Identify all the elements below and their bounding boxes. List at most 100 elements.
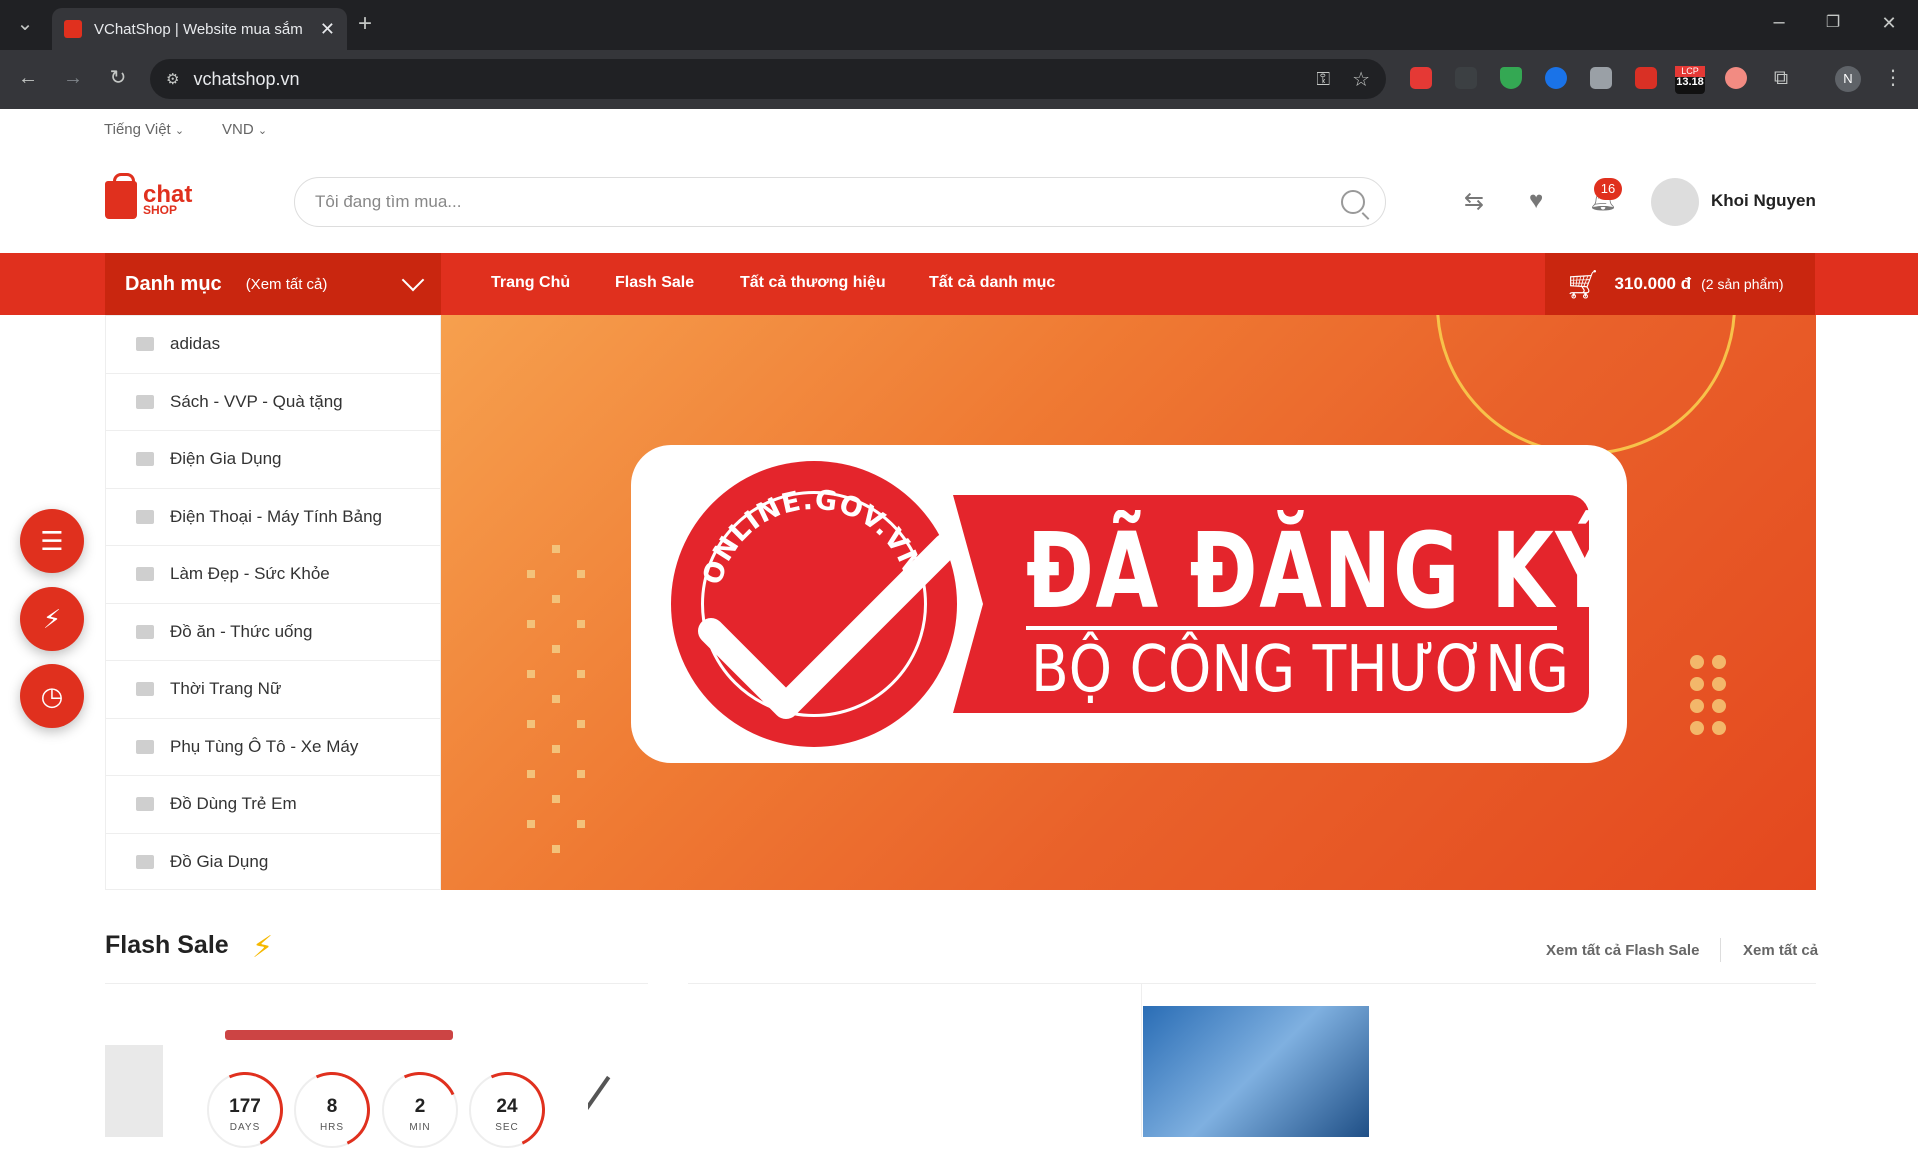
appliance-icon <box>136 452 154 467</box>
category-item[interactable]: Đồ Gia Dụng <box>106 834 440 892</box>
decorative-dot <box>577 770 585 778</box>
adidas-icon <box>136 337 154 352</box>
product-image-microscope[interactable] <box>1143 1006 1369 1137</box>
svg-text:ONLINE.GOV.VN: ONLINE.GOV.VN <box>697 484 928 588</box>
reload-icon[interactable]: ↻ <box>106 68 130 88</box>
section-divider <box>688 983 1816 984</box>
url-text: vchatshop.vn <box>193 68 300 89</box>
product-image[interactable] <box>105 1045 163 1137</box>
category-sidebar: adidas Sách - VVP - Quà tặng Điện Gia Dụ… <box>105 315 441 890</box>
kids-icon <box>136 797 154 812</box>
food-icon <box>136 624 154 639</box>
compare-arrows-icon[interactable]: ⇆ <box>1464 187 1484 216</box>
countdown-label: HRS <box>319 1122 345 1133</box>
category-item[interactable]: Đồ ăn - Thức uống <box>106 604 440 661</box>
extension-notion-icon[interactable] <box>1635 67 1657 89</box>
currency-selector[interactable]: VND ⌄ <box>222 121 267 138</box>
view-all-link[interactable]: Xem tất cả <box>1743 942 1818 959</box>
language-selector[interactable]: Tiếng Việt ⌄ <box>104 121 184 138</box>
decorative-dot <box>552 695 560 703</box>
flash-fab-button[interactable]: ⚡︎ <box>20 587 84 651</box>
product-image[interactable] <box>225 1030 453 1040</box>
menu-fab-button[interactable]: ☰ <box>20 509 84 573</box>
extension-youtube-icon[interactable] <box>1410 67 1432 89</box>
view-all-flash-sale-link[interactable]: Xem tất cả Flash Sale <box>1546 942 1699 959</box>
extension-pen-icon[interactable] <box>1455 67 1477 89</box>
category-label: Sách - VVP - Quà tặng <box>170 391 343 411</box>
browser-tab[interactable]: VChatShop | Website mua sắm ✕ <box>52 8 347 50</box>
restore-window-icon[interactable]: ❐ <box>1821 13 1845 33</box>
decorative-dot <box>527 720 535 728</box>
site-info-icon[interactable]: ⚙ <box>166 70 179 88</box>
decorative-dot <box>527 620 535 628</box>
divider <box>1720 938 1721 962</box>
decorative-dot <box>577 820 585 828</box>
decorative-dot <box>527 670 535 678</box>
tab-search-chevron-icon[interactable]: ⌄ <box>13 14 37 34</box>
user-avatar[interactable] <box>1651 178 1699 226</box>
category-label: Thời Trang Nữ <box>170 679 282 699</box>
close-tab-icon[interactable]: ✕ <box>320 19 335 40</box>
search-icon[interactable] <box>1341 190 1365 214</box>
back-icon[interactable]: ← <box>16 68 40 88</box>
countdown-value: 8 <box>326 1096 338 1117</box>
search-input[interactable]: Tôi đang tìm mua... <box>315 192 1341 212</box>
close-window-icon[interactable]: ✕ <box>1877 13 1901 33</box>
search-box[interactable]: Tôi đang tìm mua... <box>294 177 1386 227</box>
chevron-down-icon <box>401 268 425 292</box>
hero-banner[interactable]: ONLINE.GOV.VN ĐÃ ĐĂNG KÝ BỘ CÔNG THƯƠNG <box>441 315 1816 890</box>
category-item[interactable]: Làm Đẹp - Sức Khỏe <box>106 546 440 604</box>
category-item[interactable]: Điện Thoại - Máy Tính Bảng <box>106 489 440 546</box>
category-menu-toggle[interactable]: Danh mục (Xem tất cả) <box>105 253 441 315</box>
extension-camera-icon[interactable] <box>1590 67 1612 89</box>
nav-link-categories[interactable]: Tất cả danh mục <box>929 274 1055 292</box>
lcp-value: 13.18 <box>1676 76 1704 88</box>
decorative-dot <box>552 745 560 753</box>
password-key-icon[interactable]: ⚿ <box>1316 69 1330 90</box>
minimize-window-icon[interactable]: – <box>1767 12 1791 32</box>
site-logo[interactable]: chat SHOP <box>105 173 192 219</box>
shopping-cart-icon: 🛒︎ <box>1565 268 1601 300</box>
bookmark-star-icon[interactable]: ☆ <box>1352 67 1370 92</box>
shopping-bag-logo-icon <box>105 173 137 219</box>
category-label: Phụ Tùng Ô Tô - Xe Máy <box>170 736 359 756</box>
profile-avatar[interactable]: N <box>1835 66 1861 92</box>
cart-button[interactable]: 🛒︎ 310.000 đ (2 sản phẩm) <box>1545 253 1815 315</box>
category-view-all[interactable]: (Xem tất cả) <box>246 276 405 293</box>
browser-menu-icon[interactable]: ⋮ <box>1881 68 1905 88</box>
forward-icon[interactable]: → <box>61 68 85 88</box>
nav-link-home[interactable]: Trang Chủ <box>491 274 570 292</box>
browser-tab-bar: ⌄ VChatShop | Website mua sắm ✕ + – ❐ ✕ <box>0 0 1918 50</box>
category-item[interactable]: Thời Trang Nữ <box>106 661 440 719</box>
tab-title: VChatShop | Website mua sắm <box>94 20 303 38</box>
extension-glasses-icon[interactable] <box>1725 67 1747 89</box>
decorative-dot <box>552 595 560 603</box>
nav-link-brands[interactable]: Tất cả thương hiệu <box>740 274 886 292</box>
countdown-value: 177 <box>229 1096 261 1117</box>
user-name[interactable]: Khoi Nguyen <box>1711 191 1816 211</box>
category-item[interactable]: Sách - VVP - Quà tặng <box>106 374 440 431</box>
category-label: Điện Thoại - Máy Tính Bảng <box>170 506 382 526</box>
product-card-divider <box>1141 983 1142 1137</box>
new-tab-icon[interactable]: + <box>353 12 377 36</box>
decorative-dot <box>1712 655 1726 669</box>
decorative-dot <box>1712 721 1726 735</box>
extension-shazam-icon[interactable] <box>1545 67 1567 89</box>
extensions-puzzle-icon[interactable]: ⧉ <box>1769 68 1793 88</box>
checkmark-icon <box>698 533 957 719</box>
gift-icon <box>136 394 154 409</box>
history-fab-button[interactable]: ◷ <box>20 664 84 728</box>
address-bar[interactable]: ⚙ vchatshop.vn ⚿ ☆ <box>150 59 1386 99</box>
currency-label: VND <box>222 121 254 138</box>
category-item[interactable]: Phụ Tùng Ô Tô - Xe Máy <box>106 719 440 776</box>
decorative-dot <box>1712 677 1726 691</box>
category-item[interactable]: adidas <box>106 316 440 374</box>
category-label: Đồ ăn - Thức uống <box>170 621 313 641</box>
nav-link-flash-sale[interactable]: Flash Sale <box>615 274 694 292</box>
extension-shield-icon[interactable] <box>1500 67 1522 89</box>
decorative-dot <box>1690 721 1704 735</box>
category-item[interactable]: Đồ Dùng Trẻ Em <box>106 776 440 834</box>
extension-lcp-icon[interactable]: LCP 13.18 <box>1675 66 1705 94</box>
category-item[interactable]: Điện Gia Dụng <box>106 431 440 489</box>
wishlist-heart-icon[interactable]: ♥ <box>1529 187 1543 215</box>
